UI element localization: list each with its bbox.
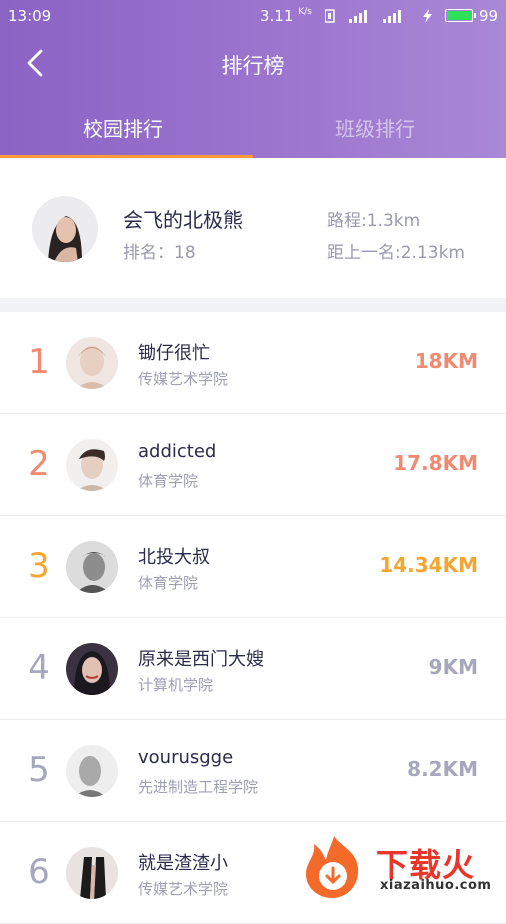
list-item[interactable]: 3 北投大叔 体育学院 14.34KM: [0, 516, 506, 618]
user-name: vourusgge: [138, 747, 234, 768]
my-rank-card: 会飞的北极熊 排名：18 路程:1.3km 距上一名:2.13km: [0, 158, 506, 298]
list-item[interactable]: 5 vourusgge 先进制造工程学院 8.2KM: [0, 720, 506, 822]
rank-number: 3: [28, 546, 50, 586]
user-school: 体育学院: [138, 574, 199, 592]
avatar[interactable]: [66, 337, 118, 389]
avatar[interactable]: [66, 541, 118, 593]
flame-logo-icon: [306, 836, 359, 898]
battery-icon: [445, 9, 476, 22]
tab-class-ranking[interactable]: 班级排行: [335, 113, 415, 142]
user-school: 计算机学院: [138, 676, 214, 694]
distance-value: 9KM: [428, 655, 478, 679]
my-rank: 排名：18: [123, 243, 196, 263]
list-item[interactable]: 1 锄仔很忙 传媒艺术学院 18KM: [0, 312, 506, 414]
distance-value: 17.8KM: [393, 451, 478, 475]
signal-icons: [325, 9, 432, 23]
status-bar: 13:09 3.11 K/s 99: [0, 0, 506, 32]
avatar[interactable]: [66, 643, 118, 695]
rank-number: 6: [28, 852, 50, 892]
user-school: 体育学院: [138, 472, 199, 490]
distance-to-previous: 距上一名:2.13km: [327, 243, 465, 263]
avatar[interactable]: [66, 847, 118, 899]
user-name: 北投大叔: [138, 547, 210, 568]
rank-number: 2: [28, 444, 50, 484]
distance-value: 14.34KM: [379, 553, 478, 577]
my-avatar[interactable]: [32, 196, 98, 262]
avatar[interactable]: [66, 439, 118, 491]
rank-number: 1: [28, 342, 50, 382]
user-name: 就是渣渣小: [138, 853, 228, 874]
user-name: addicted: [138, 441, 217, 462]
rank-number: 4: [28, 648, 50, 688]
battery-level: 99: [479, 7, 499, 25]
distance-value: 18KM: [414, 349, 478, 373]
my-name: 会飞的北极熊: [123, 208, 243, 232]
tab-campus-ranking[interactable]: 校园排行: [83, 113, 163, 142]
my-distance: 路程:1.3km: [327, 211, 421, 231]
user-school: 传媒艺术学院: [138, 880, 229, 898]
user-name: 锄仔很忙: [138, 343, 210, 364]
distance-value: 8.2KM: [407, 757, 478, 781]
user-school: 先进制造工程学院: [138, 778, 259, 796]
watermark-logo: 下载火 xiazaihuo.com: [298, 832, 506, 900]
page-title: 排行榜: [221, 54, 285, 78]
user-name: 原来是西门大嫂: [138, 649, 264, 670]
list-item[interactable]: 2 addicted 体育学院 17.8KM: [0, 414, 506, 516]
rank-number: 5: [28, 750, 50, 790]
status-time: 13:09: [8, 7, 52, 25]
network-speed: 3.11 K/s: [260, 7, 312, 25]
list-item[interactable]: 4 原来是西门大嫂 计算机学院 9KM: [0, 618, 506, 720]
user-school: 传媒艺术学院: [138, 370, 229, 388]
header-bar: 13:09 3.11 K/s 99 排行榜 校园排行 班级排行: [0, 0, 506, 158]
avatar[interactable]: [66, 745, 118, 797]
section-divider: [0, 298, 506, 312]
watermark-url: xiazaihuo.com: [380, 878, 492, 893]
